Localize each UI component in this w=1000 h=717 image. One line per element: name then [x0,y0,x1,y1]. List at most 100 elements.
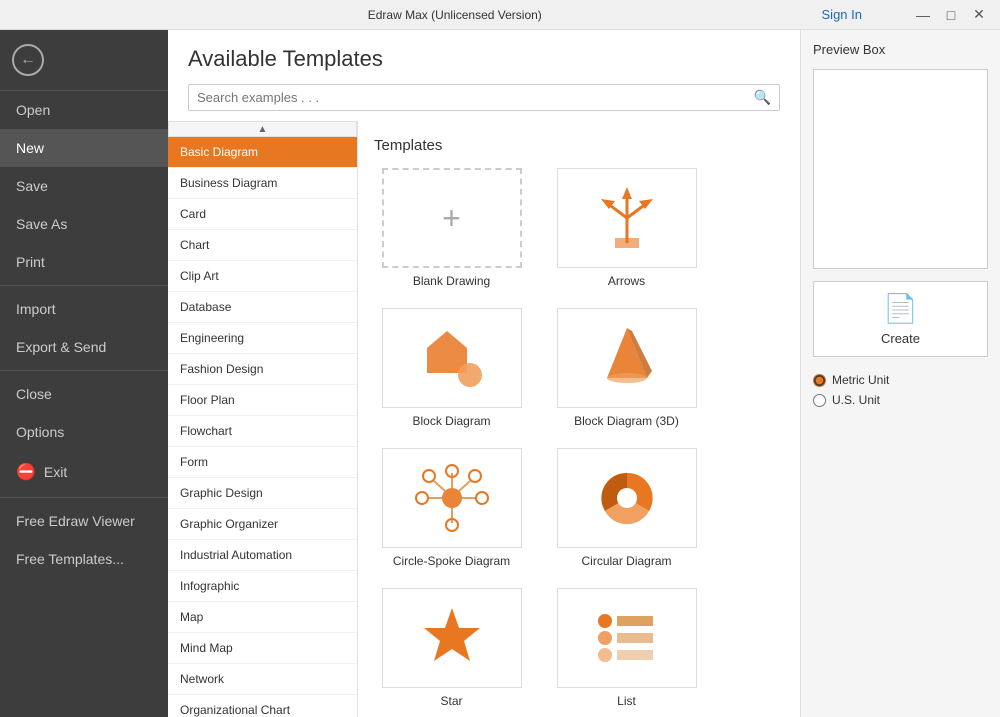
arrows-svg [587,183,667,253]
template-label-block3d: Block Diagram (3D) [574,414,679,428]
main-layout: ← Open New Save Save As Print Import Exp… [0,30,1000,717]
template-item-list[interactable]: List [549,588,704,708]
sidebar-item-open[interactable]: Open [0,91,168,129]
sidebar-label-free-templates: Free Templates... [16,551,124,567]
scroll-up-arrow[interactable]: ▲ [168,121,357,137]
category-item-engineering[interactable]: Engineering [168,323,357,354]
unit-metric-radio[interactable] [813,374,826,387]
sidebar-item-free-viewer[interactable]: Free Edraw Viewer [0,502,168,540]
category-item-flowchart[interactable]: Flowchart [168,416,357,447]
sidebar: ← Open New Save Save As Print Import Exp… [0,30,168,717]
templates-grid: Templates + Blank Drawing [358,121,800,717]
template-label-list: List [617,694,636,708]
unit-us-radio[interactable] [813,394,826,407]
category-item-organizational-chart[interactable]: Organizational Chart [168,695,357,717]
template-label-blank: Blank Drawing [413,274,490,288]
sidebar-label-free-viewer: Free Edraw Viewer [16,513,135,529]
sidebar-item-options[interactable]: Options [0,413,168,451]
template-item-circlespoke[interactable]: Circle-Spoke Diagram [374,448,529,568]
window-controls: — □ ✕ [910,4,992,26]
unit-metric[interactable]: Metric Unit [813,373,988,387]
sidebar-label-new: New [16,140,44,156]
sidebar-label-export-send: Export & Send [16,339,106,355]
search-icon[interactable]: 🔍 [754,89,771,106]
category-item-network[interactable]: Network [168,664,357,695]
search-input[interactable] [197,90,754,105]
category-item-graphic-design[interactable]: Graphic Design [168,478,357,509]
category-item-map[interactable]: Map [168,602,357,633]
template-item-arrows[interactable]: Arrows [549,168,704,288]
window-title: Edraw Max (Unlicensed Version) [88,8,822,22]
preview-label: Preview Box [813,42,988,57]
sidebar-label-exit: Exit [44,464,67,480]
sidebar-item-free-templates[interactable]: Free Templates... [0,540,168,578]
close-button[interactable]: ✕ [966,4,992,26]
right-panel: Preview Box 📄 Create Metric Unit U.S. Un… [800,30,1000,717]
template-label-circlespoke: Circle-Spoke Diagram [393,554,510,568]
sidebar-label-import: Import [16,301,56,317]
unit-options: Metric Unit U.S. Unit [813,373,988,407]
category-item-industrial-automation[interactable]: Industrial Automation [168,540,357,571]
sidebar-item-import[interactable]: Import [0,290,168,328]
sidebar-label-save-as: Save As [16,216,67,232]
unit-us-label: U.S. Unit [832,393,880,407]
template-item-block3d[interactable]: Block Diagram (3D) [549,308,704,428]
category-item-infographic[interactable]: Infographic [168,571,357,602]
sidebar-item-close[interactable]: Close [0,375,168,413]
sidebar-back: ← [0,30,168,91]
sidebar-item-new[interactable]: New [0,129,168,167]
template-thumb-block3d [557,308,697,408]
sidebar-label-print: Print [16,254,45,270]
template-thumb-circlespoke [382,448,522,548]
sidebar-item-export-send[interactable]: Export & Send [0,328,168,366]
back-button[interactable]: ← [12,44,44,76]
sidebar-item-save-as[interactable]: Save As [0,205,168,243]
sidebar-item-print[interactable]: Print [0,243,168,281]
category-item-database[interactable]: Database [168,292,357,323]
category-list-items: Basic DiagramBusiness DiagramCardChartCl… [168,137,357,717]
list-svg [587,603,667,673]
category-item-business-diagram[interactable]: Business Diagram [168,168,357,199]
category-item-form[interactable]: Form [168,447,357,478]
grid-items: + Blank Drawing [374,168,784,708]
template-item-blank[interactable]: + Blank Drawing [374,168,529,288]
unit-us[interactable]: U.S. Unit [813,393,988,407]
category-item-clip-art[interactable]: Clip Art [168,261,357,292]
sidebar-label-open: Open [16,102,50,118]
templates-header: Templates [374,137,784,154]
category-item-card[interactable]: Card [168,199,357,230]
sidebar-divider-3 [0,497,168,498]
category-item-basic-diagram[interactable]: Basic Diagram [168,137,357,168]
sidebar-item-save[interactable]: Save [0,167,168,205]
minimize-button[interactable]: — [910,4,936,26]
template-label-block: Block Diagram [412,414,490,428]
template-thumb-list [557,588,697,688]
content-area: Available Templates 🔍 ▲ Basic DiagramBus… [168,30,1000,717]
category-item-fashion-design[interactable]: Fashion Design [168,354,357,385]
template-thumb-block [382,308,522,408]
star-svg [412,603,492,673]
template-item-block[interactable]: Block Diagram [374,308,529,428]
category-item-graphic-organizer[interactable]: Graphic Organizer [168,509,357,540]
preview-box [813,69,988,269]
inner-split: ▲ Basic DiagramBusiness DiagramCardChart… [168,121,800,717]
template-item-circular[interactable]: Circular Diagram [549,448,704,568]
plus-icon: + [442,200,461,237]
page-title: Available Templates [188,46,780,72]
circular-svg [587,463,667,533]
template-item-star[interactable]: Star [374,588,529,708]
exit-icon: ⛔ [16,462,36,482]
category-item-floor-plan[interactable]: Floor Plan [168,385,357,416]
template-panel: Available Templates 🔍 ▲ Basic DiagramBus… [168,30,800,717]
create-label: Create [881,331,920,346]
template-thumb-blank: + [382,168,522,268]
create-button[interactable]: 📄 Create [813,281,988,357]
signin-button[interactable]: Sign In [822,7,862,22]
circlespoke-svg [412,463,492,533]
restore-button[interactable]: □ [938,4,964,26]
category-item-chart[interactable]: Chart [168,230,357,261]
category-item-mind-map[interactable]: Mind Map [168,633,357,664]
sidebar-label-save: Save [16,178,48,194]
block-svg [412,323,492,393]
sidebar-item-exit[interactable]: ⛔ Exit [0,451,168,493]
